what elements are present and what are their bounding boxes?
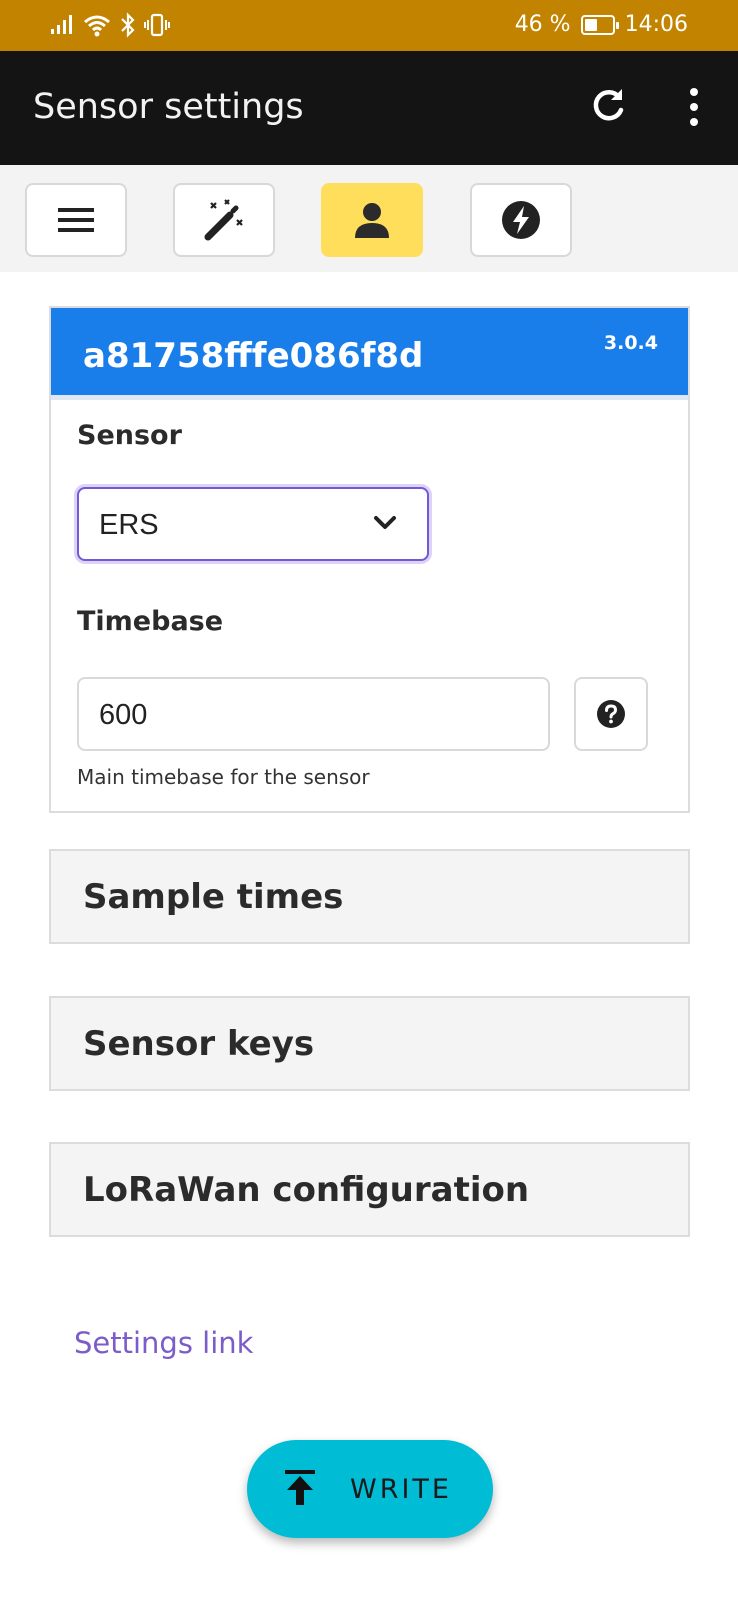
- page-title: Sensor settings: [33, 87, 304, 127]
- wizard-tab-button[interactable]: [173, 183, 275, 257]
- section-title: Sample times: [83, 877, 344, 917]
- menu-tab-button[interactable]: [25, 183, 127, 257]
- timebase-helper-text: Main timebase for the sensor: [77, 765, 370, 789]
- write-button-label: WRITE: [350, 1474, 452, 1505]
- status-icons: [50, 12, 170, 38]
- status-right: 46 % 14:06: [515, 12, 688, 37]
- timebase-input-value: 600: [99, 699, 148, 731]
- timebase-help-button[interactable]: [574, 677, 648, 751]
- battery-fill: [584, 18, 597, 31]
- section-title: Sensor keys: [83, 1024, 315, 1064]
- signal-icon: [51, 15, 72, 34]
- device-id: a81758fffe086f8d: [83, 336, 424, 376]
- bluetooth-icon: [121, 12, 135, 38]
- menu-icon: [58, 208, 94, 232]
- more-vert-icon: [690, 88, 698, 96]
- card-header: a81758fffe086f8d 3.0.4: [51, 308, 688, 400]
- app-bar: Sensor settings: [0, 51, 738, 165]
- clock: 14:06: [624, 12, 688, 37]
- power-tab-button[interactable]: [470, 183, 572, 257]
- chevron-down-icon: [374, 516, 396, 529]
- timebase-input[interactable]: 600: [77, 677, 550, 751]
- settings-link[interactable]: Settings link: [74, 1326, 253, 1360]
- help-icon: [597, 700, 625, 728]
- section-title: LoRaWan configuration: [83, 1170, 530, 1210]
- battery-percent: 46 %: [514, 12, 571, 37]
- status-bar: 46 % 14:06: [0, 0, 738, 51]
- write-button[interactable]: WRITE: [247, 1440, 493, 1538]
- section-sensor-keys[interactable]: Sensor keys: [49, 996, 690, 1091]
- battery-icon: [580, 14, 619, 35]
- upload-icon: [285, 1470, 315, 1505]
- firmware-version: 3.0.4: [603, 332, 658, 354]
- section-sample-times[interactable]: Sample times: [49, 849, 690, 944]
- magic-wand-icon: [204, 199, 243, 241]
- bolt-icon: [502, 201, 540, 239]
- toolbar: [0, 165, 738, 272]
- section-lorawan-configuration[interactable]: LoRaWan configuration: [49, 1142, 690, 1237]
- vibrate-icon: [144, 13, 170, 37]
- wifi-icon: [84, 15, 110, 37]
- more-options-button[interactable]: [676, 85, 712, 129]
- sensor-select[interactable]: ERS: [77, 487, 429, 561]
- refresh-button[interactable]: [586, 83, 630, 127]
- sensor-select-value: ERS: [99, 509, 159, 541]
- timebase-label: Timebase: [77, 606, 224, 637]
- sensor-label: Sensor: [77, 420, 182, 451]
- refresh-icon: [593, 89, 624, 121]
- user-tab-button[interactable]: [321, 183, 423, 257]
- device-card: a81758fffe086f8d 3.0.4 Sensor ERS Timeba…: [49, 306, 690, 813]
- user-icon: [355, 203, 389, 238]
